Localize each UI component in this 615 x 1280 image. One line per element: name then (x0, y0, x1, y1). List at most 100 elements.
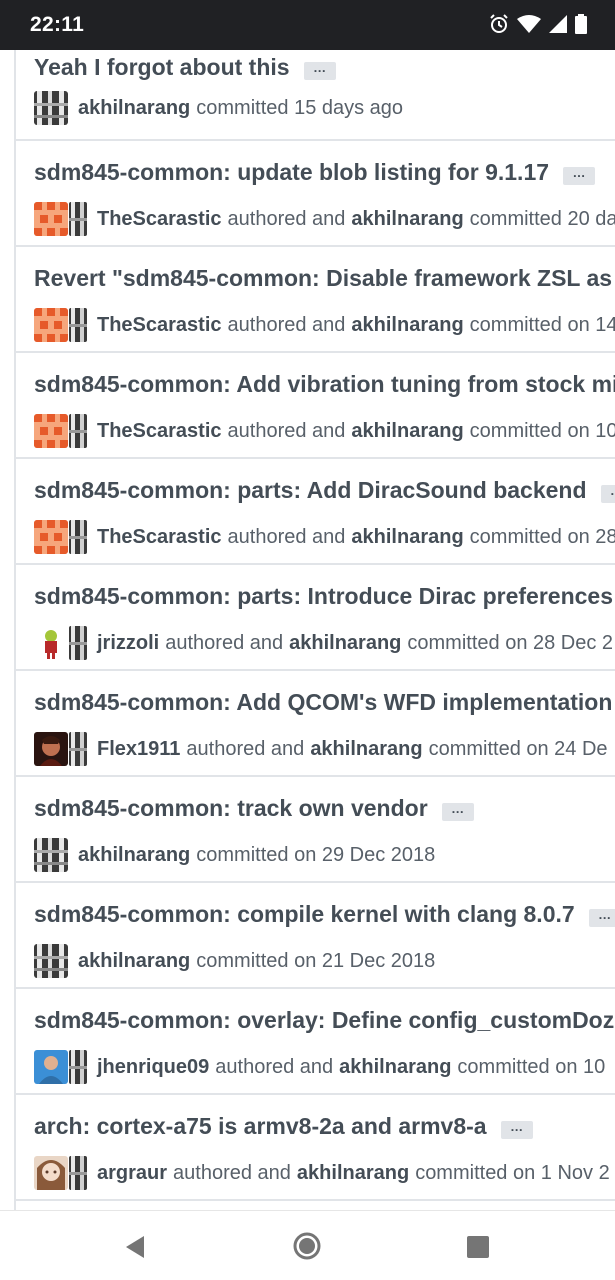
back-icon[interactable] (122, 1234, 148, 1265)
avatar-group (34, 626, 87, 660)
avatar[interactable] (34, 944, 68, 978)
commit-item[interactable]: sdm845-common: update blob listing for 9… (16, 141, 615, 247)
author-link[interactable]: TheScarastic (97, 420, 222, 443)
battery-icon (575, 14, 587, 34)
commit-title-text[interactable]: sdm845-common: track own vendor (34, 795, 428, 821)
committer-link[interactable]: akhilnarang (351, 314, 463, 337)
commit-title-text[interactable]: sdm845-common: Add QCOM's WFD implementa… (34, 689, 612, 715)
committer-avatar[interactable] (69, 1156, 87, 1190)
committer-avatar[interactable] (69, 732, 87, 766)
commit-title-text[interactable]: arch: cortex-a75 is armv8-2a and armv8-a (34, 1113, 487, 1139)
commit-title[interactable]: sdm845-common: Add vibration tuning from… (34, 371, 615, 398)
commit-title[interactable]: Revert "sdm845-common: Disable framework… (34, 265, 615, 292)
status-icons (489, 14, 587, 34)
committer-link[interactable]: akhilnarang (78, 950, 190, 973)
committer-avatar[interactable] (69, 308, 87, 342)
commit-item[interactable]: sdm845-common: Add vibration tuning from… (16, 353, 615, 459)
authored-label: authored and (215, 1055, 334, 1078)
commit-title-text[interactable]: sdm845-common: parts: Introduce Dirac pr… (34, 583, 613, 609)
commit-title-text[interactable]: Yeah I forgot about this (34, 54, 290, 80)
commit-title[interactable]: sdm845-common: Add QCOM's WFD implementa… (34, 689, 615, 716)
author-link[interactable]: Flex1911 (97, 738, 180, 761)
expand-message-button[interactable]: … (303, 61, 336, 80)
committer-link[interactable]: akhilnarang (297, 1162, 409, 1185)
avatar-group (34, 91, 68, 125)
authored-label: authored and (227, 207, 346, 230)
author-link[interactable]: jrizzoli (97, 632, 159, 655)
commit-title-text[interactable]: Revert "sdm845-common: Disable framework… (34, 265, 612, 291)
author-link[interactable]: TheScarastic (97, 314, 222, 337)
committer-link[interactable]: akhilnarang (351, 208, 463, 231)
commit-item[interactable]: arch: cortex-a75 is armv8-2a and armv8-a… (16, 1095, 615, 1201)
expand-message-button[interactable]: … (588, 908, 615, 927)
commit-title[interactable]: sdm845-common: parts: Add DiracSound bac… (34, 477, 615, 504)
expand-message-button[interactable]: … (441, 802, 474, 821)
avatar-group (34, 202, 87, 236)
author-link[interactable]: TheScarastic (97, 208, 222, 231)
avatar-group (34, 944, 68, 978)
commit-item[interactable]: sdm845-common: overlay: Define config_cu… (16, 989, 615, 1095)
author-link[interactable]: jhenrique09 (97, 1056, 209, 1079)
avatar[interactable] (34, 308, 68, 342)
commit-item[interactable]: sdm845-common: parts: Introduce Dirac pr… (16, 565, 615, 671)
expand-message-button[interactable]: … (600, 484, 615, 503)
authored-label: authored and (186, 737, 305, 760)
commit-title[interactable]: sdm845-common: update blob listing for 9… (34, 159, 596, 186)
commit-item[interactable]: sdm845-common: Add QCOM's WFD implementa… (16, 671, 615, 777)
commit-title[interactable]: sdm845-common: track own vendor … (34, 795, 474, 822)
commit-title-text[interactable]: sdm845-common: update blob listing for 9… (34, 159, 549, 185)
authored-label: authored and (227, 525, 346, 548)
commit-item[interactable]: sdm845-common: track own vendor … akhilnar… (16, 777, 615, 883)
expand-message-button[interactable]: … (563, 166, 596, 185)
commit-meta: argraur authored and akhilnarang committed … (34, 1155, 615, 1191)
committer-link[interactable]: akhilnarang (351, 526, 463, 549)
wifi-icon (517, 15, 541, 33)
commit-date: committed on 29 Dec 2018 (196, 843, 436, 866)
committer-link[interactable]: akhilnarang (310, 738, 422, 761)
commit-title-text[interactable]: sdm845-common: parts: Add DiracSound bac… (34, 477, 587, 503)
commit-item[interactable]: sdm845-common: parts: Add DiracSound bac… (16, 459, 615, 565)
committer-avatar[interactable] (69, 1050, 87, 1084)
committer-link[interactable]: akhilnarang (78, 844, 190, 867)
avatar[interactable] (34, 838, 68, 872)
committer-link[interactable]: akhilnarang (78, 97, 190, 120)
home-icon[interactable] (292, 1231, 322, 1266)
commit-meta: akhilnarang committed 15 days ago (34, 90, 409, 126)
committer-avatar[interactable] (69, 520, 87, 554)
signal-icon (549, 15, 567, 33)
recent-apps-icon[interactable] (466, 1235, 490, 1264)
commit-date: committed on 24 De (428, 737, 608, 760)
commit-title-text[interactable]: sdm845-common: Add vibration tuning from… (34, 371, 615, 397)
commit-item[interactable]: sdm845-common: compile kernel with clang… (16, 883, 615, 989)
avatar[interactable] (34, 91, 68, 125)
commit-title-text[interactable]: sdm845-common: overlay: Define config_cu… (34, 1007, 615, 1033)
commit-item[interactable]: Yeah I forgot about this … akhilnarang comm… (16, 50, 615, 141)
commit-item[interactable]: Revert "sdm845-common: Disable framework… (16, 247, 615, 353)
avatar[interactable] (34, 1156, 68, 1190)
author-link[interactable]: argraur (97, 1162, 167, 1185)
committer-link[interactable]: akhilnarang (351, 420, 463, 443)
avatar-group (34, 732, 87, 766)
commit-title-text[interactable]: sdm845-common: compile kernel with clang… (34, 901, 575, 927)
committer-link[interactable]: akhilnarang (289, 632, 401, 655)
commit-title[interactable]: sdm845-common: compile kernel with clang… (34, 901, 615, 928)
avatar-group (34, 520, 87, 554)
avatar[interactable] (34, 520, 68, 554)
status-time: 22:11 (30, 13, 85, 36)
author-link[interactable]: TheScarastic (97, 526, 222, 549)
commit-title[interactable]: Yeah I forgot about this … (34, 54, 336, 81)
committer-avatar[interactable] (69, 626, 87, 660)
expand-message-button[interactable]: … (500, 1120, 533, 1139)
committer-avatar[interactable] (69, 202, 87, 236)
commit-title[interactable]: arch: cortex-a75 is armv8-2a and armv8-a… (34, 1113, 533, 1140)
avatar[interactable] (34, 626, 68, 660)
avatar[interactable] (34, 1050, 68, 1084)
committer-avatar[interactable] (69, 414, 87, 448)
commit-title[interactable]: sdm845-common: parts: Introduce Dirac pr… (34, 583, 615, 610)
avatar[interactable] (34, 414, 68, 448)
avatar[interactable] (34, 202, 68, 236)
commit-title[interactable]: sdm845-common: overlay: Define config_cu… (34, 1007, 615, 1034)
avatar[interactable] (34, 732, 68, 766)
committer-link[interactable]: akhilnarang (339, 1056, 451, 1079)
commit-date: committed 20 da (469, 207, 615, 230)
